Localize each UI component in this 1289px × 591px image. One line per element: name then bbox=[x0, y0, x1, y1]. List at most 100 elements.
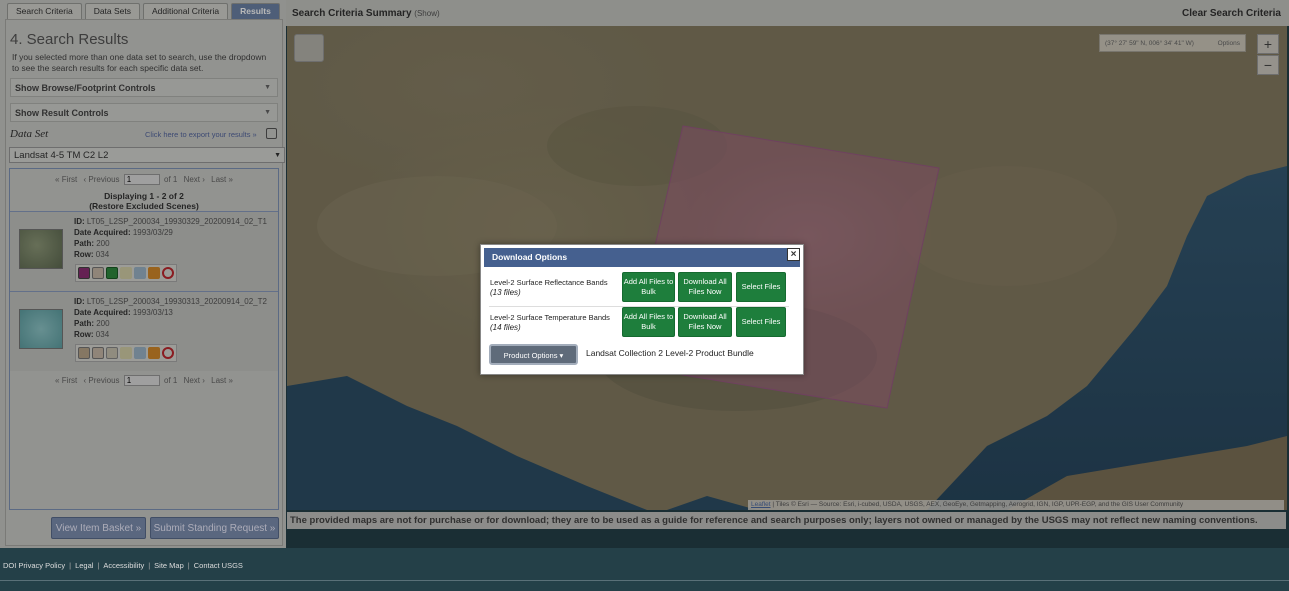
pager-first-link[interactable]: « First bbox=[55, 376, 77, 385]
submit-standing-request-button[interactable]: Submit Standing Request » bbox=[150, 517, 279, 539]
result-date: Date Acquired: 1993/03/13 bbox=[74, 307, 173, 319]
tab-search-criteria[interactable]: Search Criteria bbox=[7, 3, 82, 19]
product-file-count: (13 files) bbox=[490, 288, 521, 297]
path-value: 200 bbox=[96, 239, 110, 248]
show-summary-link[interactable]: (Show) bbox=[414, 9, 439, 18]
dataset-selected-value: Landsat 4-5 TM C2 L2 bbox=[14, 150, 109, 161]
add-all-to-bulk-button[interactable]: Add All Files to Bulk bbox=[622, 307, 675, 337]
path-value: 200 bbox=[96, 319, 110, 328]
page-number-input[interactable] bbox=[123, 174, 160, 185]
dataset-select[interactable]: Landsat 4-5 TM C2 L2 ▼ bbox=[9, 147, 285, 163]
download-all-files-button[interactable]: Download All Files Now bbox=[678, 307, 732, 337]
path-label: Path: bbox=[74, 319, 94, 328]
bulk-download-icon[interactable] bbox=[148, 347, 160, 359]
footer-link-contact[interactable]: Contact USGS bbox=[194, 561, 243, 570]
footer-link-legal[interactable]: Legal bbox=[75, 561, 93, 570]
footer-link-site-map[interactable]: Site Map bbox=[154, 561, 184, 570]
tab-bar: Search Criteria Data Sets Additional Cri… bbox=[7, 3, 280, 19]
tab-results[interactable]: Results bbox=[231, 3, 280, 19]
view-item-basket-button[interactable]: View Item Basket » bbox=[51, 517, 146, 539]
coordinates-readout: (37° 27' 59" N, 006° 34' 41" W) Options bbox=[1099, 34, 1246, 52]
results-title: 4. Search Results bbox=[10, 31, 129, 48]
pager-last-link[interactable]: Last » bbox=[211, 376, 233, 385]
footer-separator: | bbox=[69, 561, 72, 570]
page-number-input[interactable] bbox=[123, 375, 160, 386]
id-label: ID: bbox=[74, 297, 85, 306]
date-value: 1993/03/29 bbox=[132, 228, 173, 237]
dataset-label: Data Set bbox=[10, 128, 49, 140]
download-icon[interactable] bbox=[134, 347, 146, 359]
result-actions bbox=[75, 344, 177, 362]
close-button[interactable]: × bbox=[787, 248, 800, 261]
clear-search-criteria-link[interactable]: Clear Search Criteria bbox=[1182, 8, 1281, 19]
tab-additional-criteria[interactable]: Additional Criteria bbox=[143, 3, 229, 19]
pager-next-link[interactable]: Next › bbox=[184, 175, 205, 184]
caret-down-icon: ▾ bbox=[559, 351, 564, 360]
result-item: ID: LT05_L2SP_200034_19930313_20200914_0… bbox=[10, 291, 278, 371]
path-label: Path: bbox=[74, 239, 94, 248]
product-options-button[interactable]: Product Options ▾ bbox=[489, 344, 578, 365]
product-options-label: Product Options bbox=[503, 351, 558, 360]
date-label: Date Acquired: bbox=[74, 308, 131, 317]
pager-top: « First ‹ Previous of 1 Next › Last » bbox=[10, 174, 278, 185]
chevron-down-icon: ▼ bbox=[274, 152, 281, 159]
result-thumbnail[interactable] bbox=[19, 229, 63, 269]
result-item: ID: LT05_L2SP_200034_19930329_20200914_0… bbox=[10, 211, 278, 291]
displaying-text: Displaying 1 - 2 of 2 bbox=[104, 191, 184, 201]
select-files-button[interactable]: Select Files bbox=[736, 307, 786, 337]
metadata-icon[interactable] bbox=[106, 267, 118, 279]
browse-overlay-icon[interactable] bbox=[92, 267, 104, 279]
exclude-icon[interactable] bbox=[162, 347, 174, 359]
download-all-files-button[interactable]: Download All Files Now bbox=[678, 272, 732, 302]
compare-icon[interactable] bbox=[120, 347, 132, 359]
result-path: Path: 200 bbox=[74, 318, 110, 330]
browse-footprint-controls-toggle[interactable]: Show Browse/Footprint Controls ▼ bbox=[10, 78, 278, 97]
pager-previous-link[interactable]: ‹ Previous bbox=[84, 175, 120, 184]
map-top-bar: Search Criteria Summary (Show) Clear Sea… bbox=[286, 0, 1289, 26]
product-name: Level-2 Surface Reflectance Bands bbox=[490, 278, 608, 287]
export-icon[interactable] bbox=[266, 128, 277, 139]
footprint-icon[interactable] bbox=[78, 347, 90, 359]
download-row-reflectance: Level-2 Surface Reflectance Bands (13 fi… bbox=[489, 272, 789, 307]
zoom-in-button[interactable]: + bbox=[1257, 34, 1279, 54]
id-label: ID: bbox=[74, 217, 85, 226]
pager-next-link[interactable]: Next › bbox=[184, 376, 205, 385]
zoom-out-button[interactable]: − bbox=[1257, 55, 1279, 75]
results-description: If you selected more than one data set t… bbox=[12, 52, 267, 73]
layers-icon[interactable] bbox=[294, 34, 324, 62]
footprint-icon[interactable] bbox=[78, 267, 90, 279]
metadata-icon[interactable] bbox=[106, 347, 118, 359]
pager-last-link[interactable]: Last » bbox=[211, 175, 233, 184]
tab-data-sets[interactable]: Data Sets bbox=[84, 3, 141, 19]
result-thumbnail[interactable] bbox=[19, 309, 63, 349]
compare-icon[interactable] bbox=[120, 267, 132, 279]
browse-overlay-icon[interactable] bbox=[92, 347, 104, 359]
bulk-download-icon[interactable] bbox=[148, 267, 160, 279]
chevron-down-icon: ▼ bbox=[264, 84, 271, 91]
result-id: ID: LT05_L2SP_200034_19930313_20200914_0… bbox=[74, 296, 267, 308]
add-all-to-bulk-button[interactable]: Add All Files to Bulk bbox=[622, 272, 675, 302]
pager-previous-link[interactable]: ‹ Previous bbox=[84, 376, 120, 385]
product-file-count: (14 files) bbox=[490, 323, 521, 332]
results-list: « First ‹ Previous of 1 Next › Last » Di… bbox=[9, 168, 279, 510]
row-value: 034 bbox=[95, 330, 110, 339]
result-id: ID: LT05_L2SP_200034_19930329_20200914_0… bbox=[74, 216, 267, 228]
product-name: Level-2 Surface Temperature Bands bbox=[490, 313, 610, 322]
footer-link-accessibility[interactable]: Accessibility bbox=[103, 561, 144, 570]
footer: DOI Privacy Policy | Legal | Accessibility | S… bbox=[0, 548, 1289, 591]
restore-excluded-link[interactable]: (Restore Excluded Scenes) bbox=[10, 201, 278, 211]
date-value: 1993/03/13 bbox=[132, 308, 173, 317]
footer-separator: | bbox=[148, 561, 151, 570]
leaflet-link[interactable]: Leaflet bbox=[751, 501, 771, 508]
exclude-icon[interactable] bbox=[162, 267, 174, 279]
coordinates-options-link[interactable]: Options bbox=[1218, 35, 1240, 52]
search-criteria-summary[interactable]: Search Criteria Summary (Show) bbox=[292, 8, 440, 19]
export-results-link[interactable]: Click here to export your results » bbox=[145, 130, 257, 139]
footer-link-privacy[interactable]: DOI Privacy Policy bbox=[3, 561, 65, 570]
result-path: Path: 200 bbox=[74, 238, 110, 250]
pager-first-link[interactable]: « First bbox=[55, 175, 77, 184]
download-icon[interactable] bbox=[134, 267, 146, 279]
result-controls-toggle[interactable]: Show Result Controls ▼ bbox=[10, 103, 278, 122]
select-files-button[interactable]: Select Files bbox=[736, 272, 786, 302]
search-criteria-summary-title: Search Criteria Summary bbox=[292, 8, 412, 19]
